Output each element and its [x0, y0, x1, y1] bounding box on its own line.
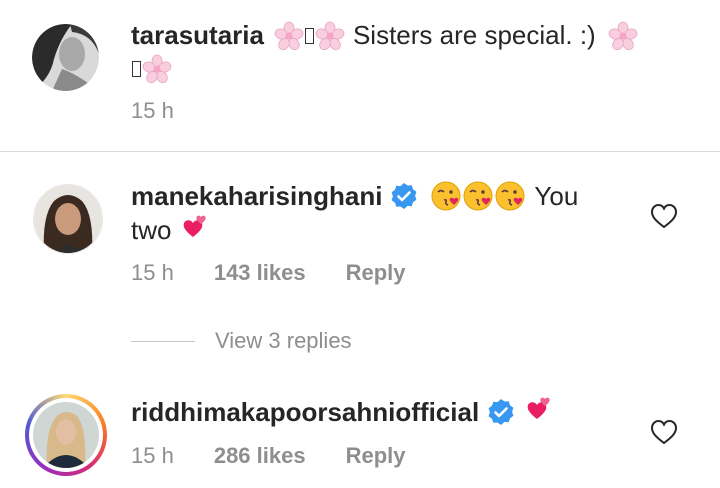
- avatar[interactable]: [33, 184, 103, 254]
- comment-text: You: [534, 180, 579, 211]
- missing-glyph-icon: [132, 61, 141, 77]
- view-replies-label: View 3 replies: [215, 328, 352, 353]
- avatar-image: [34, 185, 102, 253]
- comment-item: tarasutaria Sisters are special. :) 15 h: [0, 0, 720, 150]
- likes-count[interactable]: 143 likes: [214, 260, 306, 286]
- cherry-blossom-icon: [607, 21, 638, 51]
- comment-item: manekaharisinghani You two 15 h 143 like…: [0, 152, 720, 382]
- cherry-blossom-icon: [273, 21, 304, 51]
- comment-meta: 15 h 143 likes Reply: [131, 260, 406, 286]
- kissing-face-icon: [495, 181, 526, 211]
- replies-divider-line: [131, 340, 195, 342]
- comment-body: manekaharisinghani You: [131, 180, 578, 212]
- comment-body-cont: two: [131, 214, 209, 246]
- username[interactable]: manekaharisinghani: [131, 181, 382, 212]
- username[interactable]: riddhimakapoorsahniofficial: [131, 397, 479, 428]
- avatar-image: [33, 402, 99, 468]
- avatar-story-ring[interactable]: [25, 394, 107, 476]
- two-hearts-icon: [527, 397, 550, 419]
- comment-body-cont: [131, 54, 172, 84]
- kissing-face-icon: [431, 181, 462, 211]
- comment-meta: 15 h: [131, 98, 174, 124]
- timestamp: 15 h: [131, 98, 174, 123]
- missing-glyph-icon: [304, 27, 314, 44]
- avatar-image: [32, 24, 99, 91]
- avatar[interactable]: [32, 24, 99, 91]
- verified-badge-icon: [487, 398, 515, 426]
- comment-body: tarasutaria Sisters are special. :): [131, 20, 638, 51]
- comment-body: riddhimakapoorsahniofficial: [131, 396, 553, 428]
- comment-item: riddhimakapoorsahniofficial 15 h 286 lik…: [0, 382, 720, 488]
- username[interactable]: tarasutaria: [131, 20, 264, 51]
- cherry-blossom-icon: [314, 21, 345, 51]
- like-heart-icon[interactable]: [650, 203, 678, 229]
- kissing-face-icon: [463, 181, 494, 211]
- comment-text: Sisters are special. :): [352, 20, 596, 50]
- cherry-blossom-icon: [142, 54, 172, 84]
- reply-button[interactable]: Reply: [346, 260, 406, 286]
- verified-badge-icon: [390, 182, 419, 210]
- reply-button[interactable]: Reply: [346, 443, 406, 469]
- comment-meta: 15 h 286 likes Reply: [131, 443, 406, 469]
- timestamp: 15 h: [131, 260, 174, 285]
- view-replies-button[interactable]: View 3 replies: [131, 328, 352, 354]
- two-hearts-icon: [184, 215, 207, 237]
- likes-count[interactable]: 286 likes: [214, 443, 306, 469]
- timestamp: 15 h: [131, 443, 174, 468]
- comment-text-cont: two: [131, 214, 172, 245]
- like-heart-icon[interactable]: [650, 419, 678, 445]
